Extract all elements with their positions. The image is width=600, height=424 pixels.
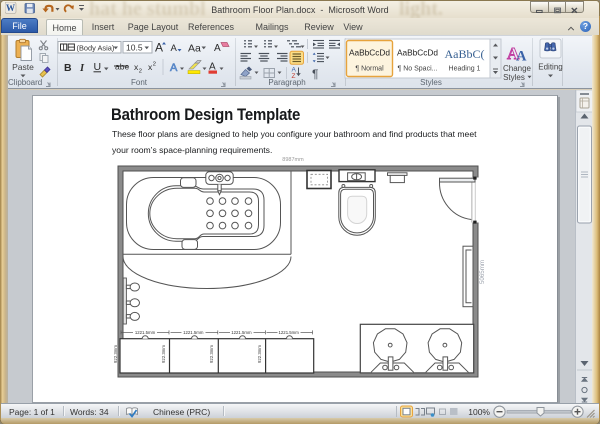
- svg-text:B: B: [64, 62, 72, 74]
- svg-text:Paste: Paste: [12, 62, 34, 72]
- svg-text:8987mm: 8987mm: [282, 157, 304, 163]
- svg-text:U: U: [94, 61, 102, 73]
- svg-text:W: W: [6, 3, 15, 13]
- svg-text:5065mm: 5065mm: [479, 260, 486, 284]
- svg-text:AaBbCcDd: AaBbCcDd: [397, 48, 438, 58]
- svg-text:A: A: [155, 41, 163, 55]
- svg-text:A: A: [516, 49, 527, 65]
- svg-text:A: A: [170, 62, 178, 74]
- svg-text:Change: Change: [503, 64, 532, 73]
- svg-text:Z: Z: [292, 73, 296, 80]
- svg-text:2: 2: [139, 69, 142, 75]
- svg-text:1221.5mm: 1221.5mm: [135, 330, 156, 335]
- svg-text:1221.5mm: 1221.5mm: [279, 330, 300, 335]
- svg-text:1221.5mm: 1221.5mm: [183, 330, 204, 335]
- svg-text:2: 2: [153, 62, 156, 68]
- svg-text:922.3mm: 922.3mm: [257, 345, 262, 363]
- svg-text:AaBbC(: AaBbC(: [445, 47, 485, 61]
- svg-text:(Body Asia): (Body Asia): [77, 43, 115, 52]
- svg-text:I: I: [79, 63, 85, 74]
- svg-text:A: A: [171, 43, 178, 54]
- svg-text:Aa: Aa: [188, 43, 201, 55]
- svg-text:¶ Normal: ¶ Normal: [355, 66, 384, 73]
- svg-text:922.3mm: 922.3mm: [113, 345, 118, 363]
- svg-text:100%: 100%: [468, 407, 490, 417]
- svg-text:922.3mm: 922.3mm: [161, 345, 166, 363]
- svg-text:Heading 1: Heading 1: [449, 66, 481, 73]
- svg-text:1221.5mm: 1221.5mm: [231, 330, 252, 335]
- svg-text:922.3mm: 922.3mm: [209, 345, 214, 363]
- svg-text:Styles: Styles: [503, 73, 525, 82]
- svg-text:10.5: 10.5: [126, 43, 143, 53]
- svg-text:A: A: [214, 43, 221, 54]
- svg-text:¶: ¶: [312, 67, 318, 81]
- svg-text:Editing: Editing: [538, 63, 562, 72]
- svg-text:AaBbCcDd: AaBbCcDd: [349, 48, 390, 58]
- svg-text:¶ No Spaci...: ¶ No Spaci...: [398, 66, 438, 73]
